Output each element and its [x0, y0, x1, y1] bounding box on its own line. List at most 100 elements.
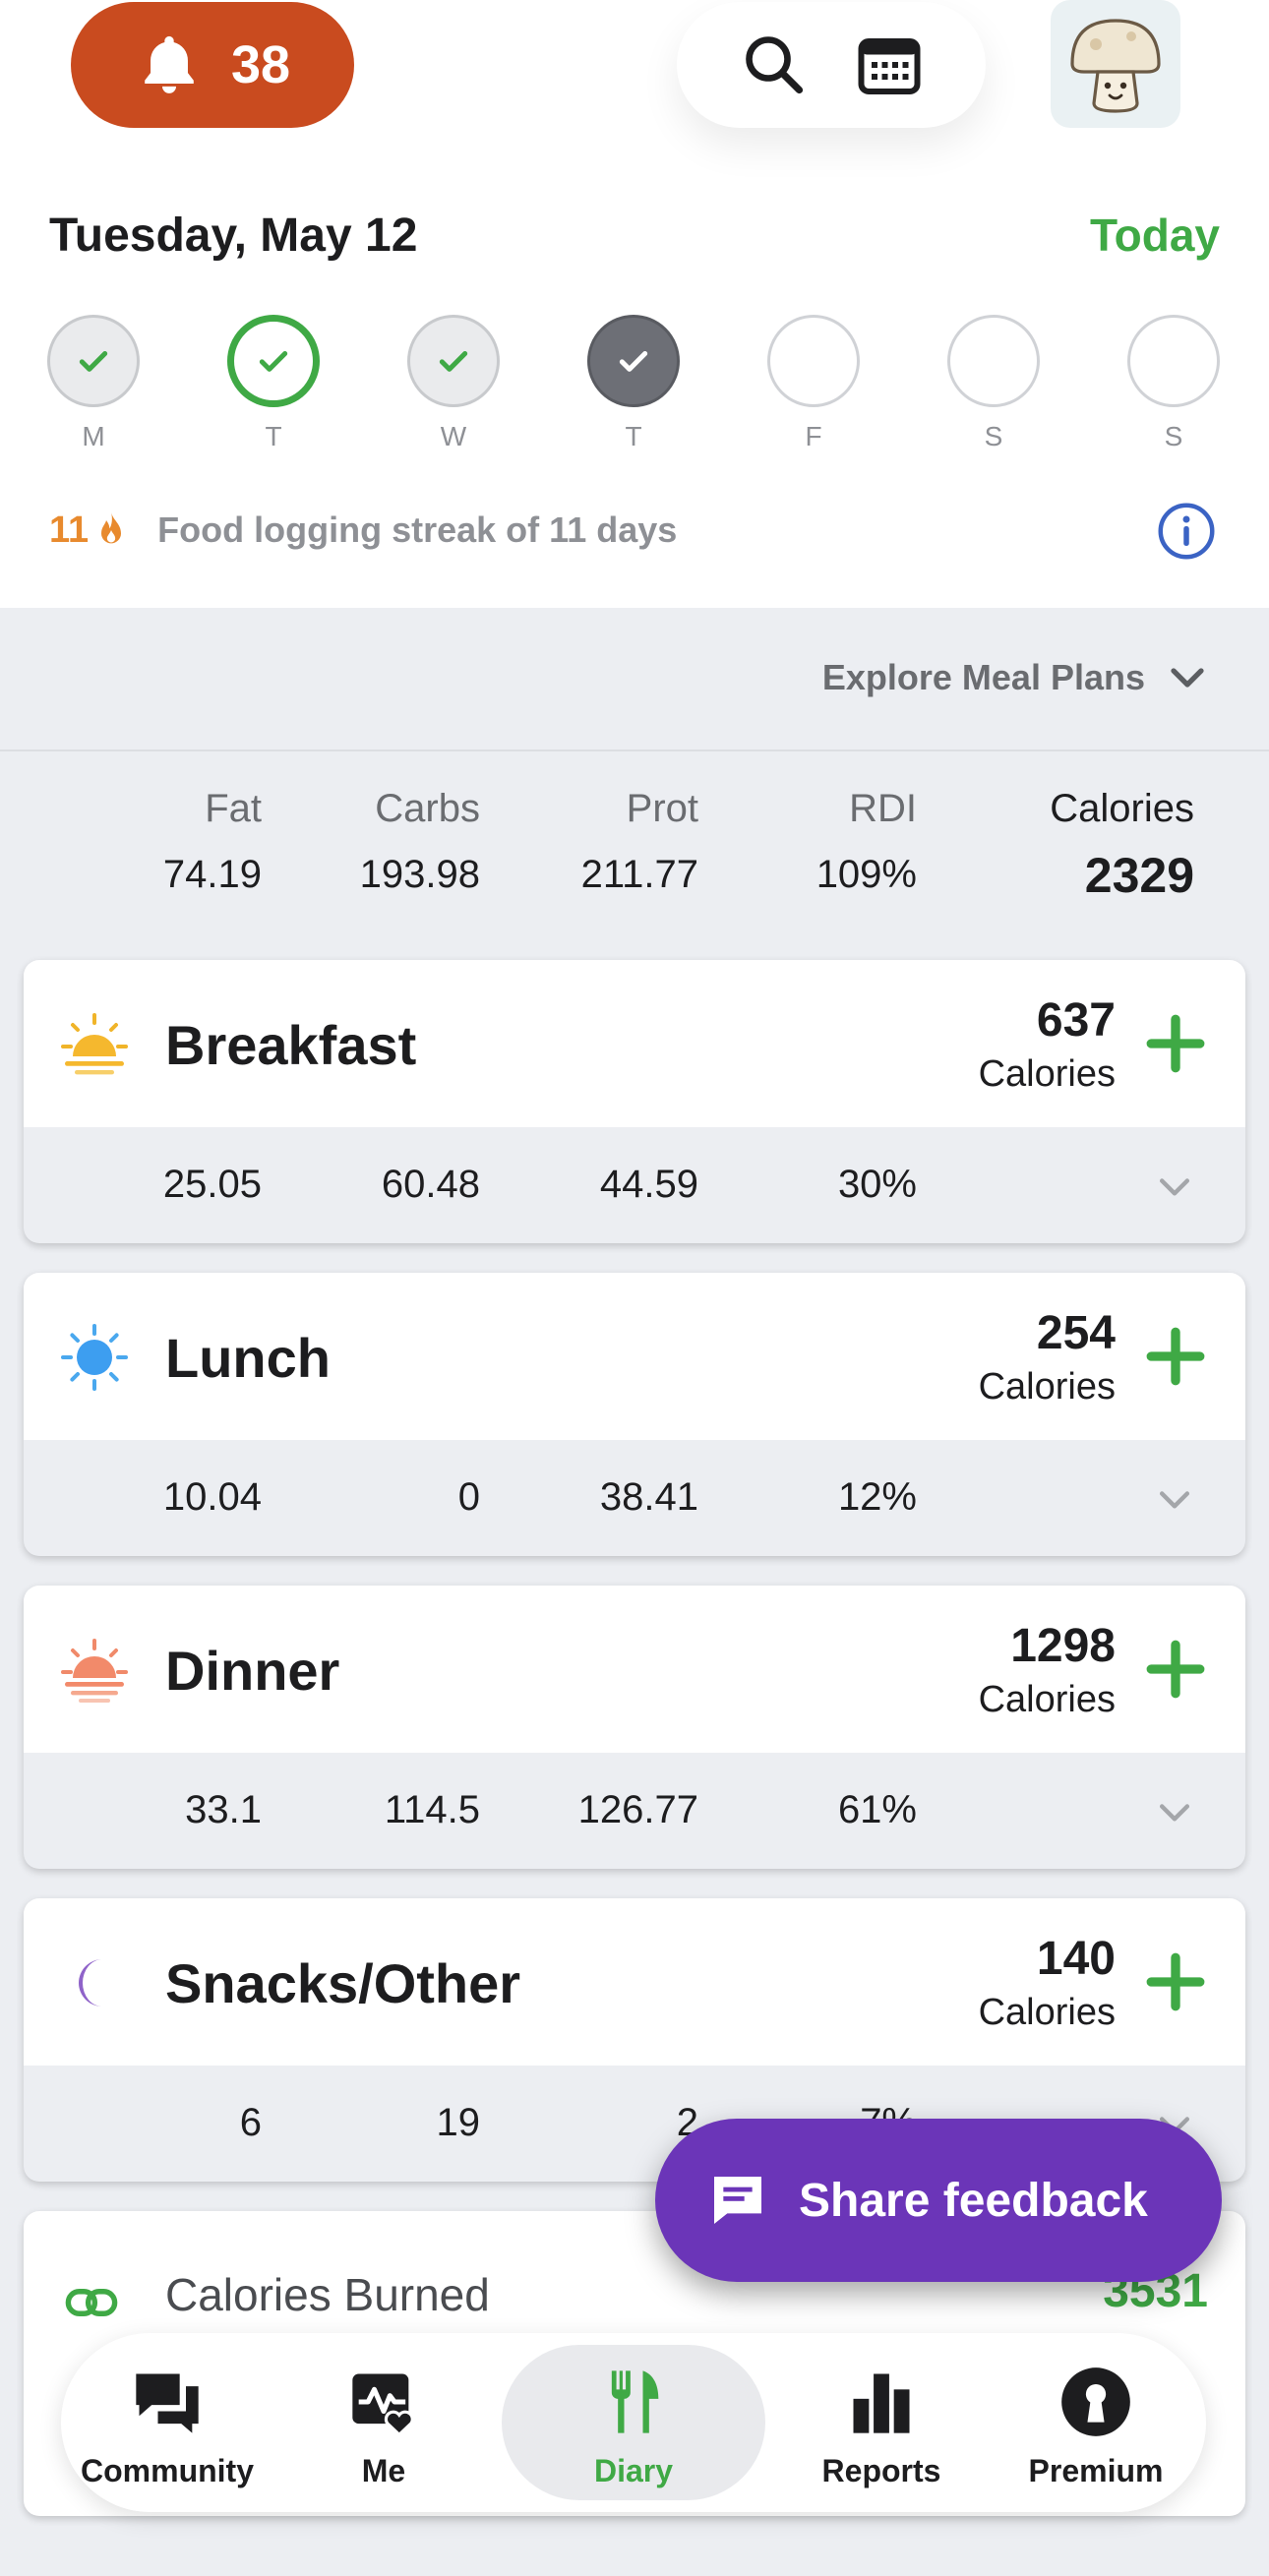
meal-header[interactable]: Snacks/Other 140 Calories — [24, 1898, 1245, 2066]
keyhole-icon — [1061, 2367, 1130, 2436]
nav-label: Reports — [821, 2453, 941, 2488]
meal-macros-row[interactable]: 33.1 114.5 126.77 61% — [24, 1753, 1245, 1869]
meal-calories: 140 Calories — [979, 1932, 1116, 2034]
day-status-circle — [767, 315, 860, 407]
day-saturday[interactable]: S — [947, 315, 1040, 452]
explore-meal-plans-label: Explore Meal Plans — [821, 657, 1145, 697]
nav-premium[interactable]: Premium — [990, 2333, 1202, 2512]
day-label: M — [82, 421, 105, 451]
meal-header[interactable]: Lunch 254 Calories — [24, 1273, 1245, 1440]
rdi-value: 109% — [816, 853, 917, 896]
meal-card-dinner[interactable]: Dinner 1298 Calories 33.1 114.5 126.77 6… — [24, 1586, 1245, 1869]
check-icon — [79, 351, 108, 372]
chevron-down-icon[interactable] — [1153, 1790, 1196, 1833]
search-icon[interactable] — [739, 30, 810, 100]
meal-macros-row[interactable]: 25.05 60.48 44.59 30% — [24, 1127, 1245, 1243]
day-label: S — [984, 421, 1003, 451]
meal-calories-value: 254 — [1036, 1307, 1116, 1359]
mushroom-avatar-icon — [1070, 19, 1161, 113]
meal-name: Lunch — [165, 1327, 331, 1389]
meal-prot: 38.41 — [599, 1475, 698, 1519]
meal-carbs: 19 — [436, 2101, 481, 2144]
meal-carbs: 60.48 — [381, 1163, 480, 1206]
diary-date[interactable]: Tuesday, May 12 — [49, 209, 417, 263]
meal-rdi: 61% — [837, 1788, 917, 1831]
nav-label: Premium — [1028, 2453, 1164, 2488]
search-calendar-group — [677, 2, 986, 128]
day-status-circle — [407, 315, 500, 407]
meal-fat: 10.04 — [162, 1475, 262, 1519]
calendar-icon[interactable] — [854, 30, 925, 100]
meal-calories-unit: Calories — [978, 1366, 1116, 1408]
nav-diary[interactable]: Diary — [502, 2345, 765, 2500]
info-icon[interactable] — [1157, 502, 1216, 561]
meal-macros-row[interactable]: 10.04 0 38.41 12% — [24, 1440, 1245, 1556]
rdi-header: RDI — [849, 787, 917, 830]
meal-calories: 254 Calories — [979, 1306, 1116, 1408]
meal-rdi: 30% — [837, 1163, 917, 1206]
calories-value: 2329 — [1084, 848, 1194, 903]
explore-meal-plans-button[interactable]: Explore Meal Plans — [822, 657, 1208, 698]
meal-header[interactable]: Dinner 1298 Calories — [24, 1586, 1245, 1753]
meal-calories: 1298 Calories — [979, 1619, 1116, 1721]
meal-calories: 637 Calories — [979, 993, 1116, 1096]
chevron-down-icon — [1171, 668, 1204, 688]
meal-card-breakfast[interactable]: Breakfast 637 Calories 25.05 60.48 44.59… — [24, 960, 1245, 1243]
nav-label: Community — [81, 2453, 254, 2488]
avatar[interactable] — [1051, 0, 1180, 128]
meal-fat: 6 — [239, 2101, 262, 2144]
meal-rdi: 12% — [837, 1475, 917, 1519]
day-status-circle — [47, 315, 140, 407]
daily-totals: Fat 74.19 Carbs 193.98 Prot 211.77 RDI 1… — [0, 787, 1269, 915]
notifications-button[interactable]: 38 — [71, 2, 354, 128]
add-food-plus-icon[interactable] — [1143, 1324, 1208, 1389]
meal-calories-value: 1298 — [1010, 1620, 1116, 1672]
day-label: W — [440, 421, 467, 451]
day-tuesday[interactable]: T — [227, 315, 320, 452]
meal-calories-value: 140 — [1036, 1933, 1116, 1985]
day-status-circle — [1127, 315, 1220, 407]
nav-community[interactable]: Community — [61, 2333, 273, 2512]
meal-name: Dinner — [165, 1640, 340, 1702]
add-food-plus-icon[interactable] — [1143, 1011, 1208, 1076]
meal-card-lunch[interactable]: Lunch 254 Calories 10.04 0 38.41 12% — [24, 1273, 1245, 1556]
day-thursday[interactable]: T — [587, 315, 680, 452]
share-feedback-button[interactable]: Share feedback — [655, 2119, 1222, 2282]
carbs-header: Carbs — [375, 787, 480, 830]
check-icon — [619, 351, 648, 372]
meal-prot: 44.59 — [599, 1163, 698, 1206]
day-label: F — [805, 421, 822, 451]
sunset-icon — [61, 1639, 128, 1703]
meal-fat: 25.05 — [162, 1163, 262, 1206]
day-sunday[interactable]: S — [1127, 315, 1220, 452]
sun-icon — [61, 1324, 128, 1391]
total-fat: Fat 74.19 — [163, 787, 262, 897]
add-food-plus-icon[interactable] — [1143, 1637, 1208, 1702]
prot-header: Prot — [626, 787, 698, 830]
meal-carbs: 114.5 — [384, 1788, 480, 1831]
today-button[interactable]: Today — [1090, 209, 1220, 262]
share-feedback-label: Share feedback — [799, 2174, 1148, 2227]
meal-name: Snacks/Other — [165, 1952, 521, 2014]
day-status-circle — [587, 315, 680, 407]
nav-reports[interactable]: Reports — [775, 2333, 988, 2512]
link-icon — [65, 2289, 118, 2316]
day-monday[interactable]: M — [47, 315, 140, 452]
meal-calories-unit: Calories — [978, 1679, 1116, 1720]
chevron-down-icon[interactable] — [1153, 1477, 1196, 1521]
chevron-down-icon[interactable] — [1153, 1165, 1196, 1208]
sunrise-icon — [61, 1013, 128, 1075]
meal-header[interactable]: Breakfast 637 Calories — [24, 960, 1245, 1127]
streak-count: 11 — [49, 509, 90, 551]
flame-icon — [101, 511, 122, 544]
day-label: T — [265, 421, 282, 451]
day-wednesday[interactable]: W — [407, 315, 500, 452]
total-calories: Calories 2329 — [1050, 787, 1194, 904]
nav-me[interactable]: Me — [277, 2333, 490, 2512]
add-food-plus-icon[interactable] — [1143, 1949, 1208, 2014]
calories-burned-label: Calories Burned — [165, 2269, 490, 2320]
day-status-circle — [227, 315, 320, 407]
prot-value: 211.77 — [580, 853, 698, 896]
day-friday[interactable]: F — [767, 315, 860, 452]
meal-name: Breakfast — [165, 1014, 417, 1076]
